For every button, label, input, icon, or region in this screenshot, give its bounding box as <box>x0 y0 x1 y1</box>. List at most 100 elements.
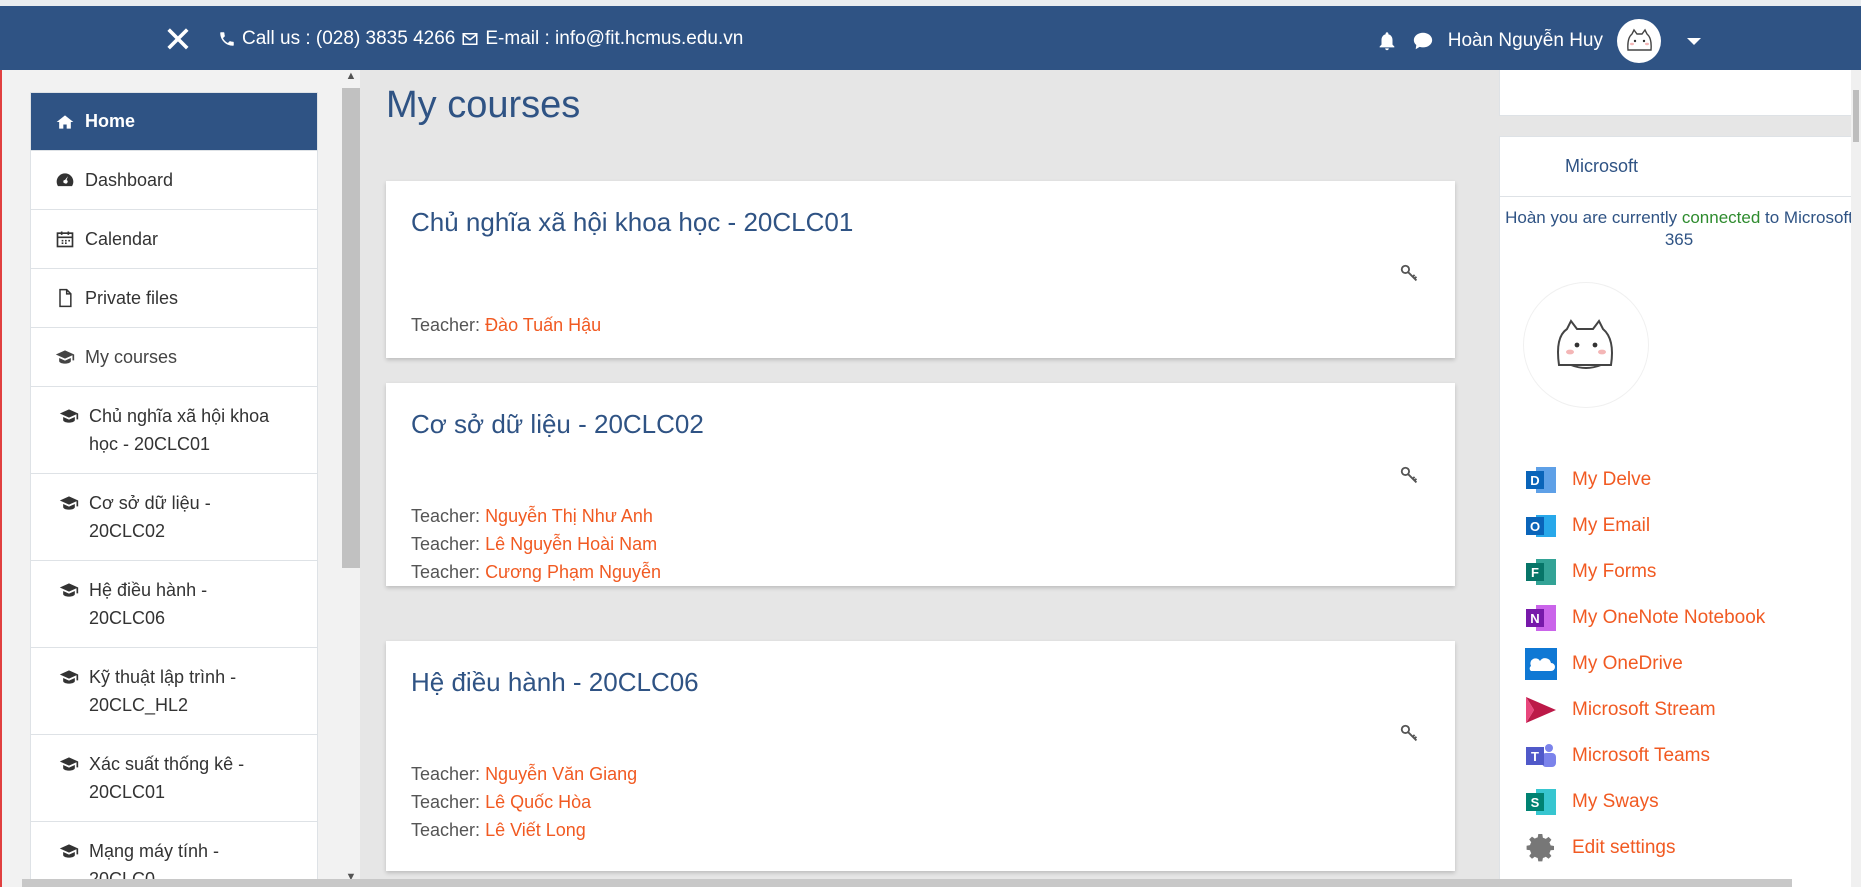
teacher-list: Teacher: Nguyễn Thị Như Anh Teacher: Lê … <box>411 502 661 586</box>
nav-item-label: Private files <box>85 287 179 308</box>
contact-email: E-mail : info@fit.hcmus.edu.vn <box>485 28 744 49</box>
key-icon <box>1400 724 1418 742</box>
envelope-icon <box>462 33 478 45</box>
drawer-scrollbar[interactable]: ▲ ▼ <box>342 70 360 887</box>
teacher-link[interactable]: Lê Quốc Hòa <box>485 792 591 812</box>
course-line-1: Hệ điều hành - <box>89 580 208 600</box>
ms-link-label[interactable]: Edit settings <box>1572 837 1676 859</box>
scroll-up-icon[interactable]: ▲ <box>342 70 360 86</box>
teacher-label: Teacher: <box>411 506 481 526</box>
ms-link-label[interactable]: My Email <box>1572 515 1650 537</box>
ms-link-label[interactable]: My OneDrive <box>1572 653 1683 675</box>
teacher-link[interactable]: Đào Tuấn Hậu <box>485 315 601 335</box>
teacher-link[interactable]: Lê Viết Long <box>485 820 586 840</box>
phone-icon <box>220 32 234 46</box>
teacher-label: Teacher: <box>411 315 481 335</box>
ms-link-onenote[interactable]: N My OneNote Notebook <box>1524 595 1765 641</box>
course-card[interactable]: Hệ điều hành - 20CLC06 Teacher: Nguyễn V… <box>386 641 1455 871</box>
svg-text:D: D <box>1530 473 1539 488</box>
svg-text:S: S <box>1531 795 1540 810</box>
drawer-scroll-thumb[interactable] <box>342 88 360 568</box>
graduation-cap-icon <box>59 583 79 597</box>
nav-item-my-courses[interactable]: My courses <box>31 328 317 387</box>
nav-item-course-xstk[interactable]: Xác suất thống kê - 20CLC01 <box>31 735 317 822</box>
ms-link-teams[interactable]: T Microsoft Teams <box>1524 733 1765 779</box>
teacher-link[interactable]: Nguyễn Thị Như Anh <box>485 506 653 526</box>
sway-icon: S <box>1526 789 1556 815</box>
chevron-down-icon[interactable] <box>1687 37 1701 45</box>
course-line-1: Chủ nghĩa xã hội khoa <box>89 406 270 426</box>
svg-text:O: O <box>1530 519 1540 534</box>
course-line-1: Cơ sở dữ liệu - <box>89 493 211 513</box>
nav-item-calendar[interactable]: Calendar <box>31 210 317 269</box>
ms-link-label[interactable]: My OneNote Notebook <box>1572 607 1765 629</box>
microsoft-links: D My Delve O My Email F My Forms N My On… <box>1524 457 1765 871</box>
ms-link-label[interactable]: My Forms <box>1572 561 1656 583</box>
user-name[interactable]: Hoàn Nguyễn Huy <box>1448 30 1603 52</box>
status-prefix: Hoàn you are currently <box>1505 208 1682 227</box>
graduation-cap-icon <box>59 496 79 510</box>
teacher-label: Teacher: <box>411 820 481 840</box>
forms-icon: F <box>1526 559 1556 585</box>
bell-icon[interactable] <box>1376 30 1398 52</box>
nav-item-course-hdh[interactable]: Hệ điều hành - 20CLC06 <box>31 561 317 648</box>
ms-link-edit-settings[interactable]: Edit settings <box>1524 825 1765 871</box>
course-line-2: 20CLC01 <box>89 782 166 802</box>
graduation-cap-icon <box>59 757 79 771</box>
ms-link-label[interactable]: Microsoft Teams <box>1572 745 1710 767</box>
teacher-label: Teacher: <box>411 562 481 582</box>
course-title[interactable]: Hệ điều hành - 20CLC06 <box>411 667 699 698</box>
ms-link-delve[interactable]: D My Delve <box>1524 457 1765 503</box>
course-title[interactable]: Chủ nghĩa xã hội khoa học - 20CLC01 <box>411 207 853 238</box>
nav-item-home[interactable]: Home <box>31 93 317 151</box>
close-drawer-icon[interactable]: ✕ <box>158 22 198 62</box>
nav-item-label: Calendar <box>85 228 159 249</box>
cat-avatar-icon <box>1557 319 1613 369</box>
page-vertical-scrollbar[interactable] <box>1851 70 1861 887</box>
page-scroll-thumb[interactable] <box>1853 90 1859 142</box>
nav-item-course-mmt[interactable]: Mạng máy tính -20CLC0 <box>31 822 317 887</box>
ms-link-label[interactable]: My Sways <box>1572 791 1659 813</box>
course-title[interactable]: Cơ sở dữ liệu - 20CLC02 <box>411 409 704 440</box>
course-line-2: 20CLC06 <box>89 608 166 628</box>
course-line-2: học - 20CLC01 <box>89 434 211 454</box>
ms-link-forms[interactable]: F My Forms <box>1524 549 1765 595</box>
gear-icon <box>1526 834 1554 862</box>
ms-link-label[interactable]: Microsoft Stream <box>1572 699 1716 721</box>
onenote-icon: N <box>1526 605 1556 631</box>
svg-text:T: T <box>1531 749 1539 764</box>
teacher-list: Teacher: Nguyễn Văn Giang Teacher: Lê Qu… <box>411 760 637 844</box>
avatar[interactable] <box>1617 19 1661 63</box>
course-card[interactable]: Chủ nghĩa xã hội khoa học - 20CLC01 Teac… <box>386 181 1455 358</box>
nav-item-course-ktlt[interactable]: Kỹ thuật lập trình - 20CLC_HL2 <box>31 648 317 735</box>
ms-link-email[interactable]: O My Email <box>1524 503 1765 549</box>
ms-link-onedrive[interactable]: My OneDrive <box>1524 641 1765 687</box>
teacher-link[interactable]: Nguyễn Văn Giang <box>485 764 637 784</box>
ms-link-stream[interactable]: Microsoft Stream <box>1524 687 1765 733</box>
microsoft-block: Microsoft Hoàn you are currently connect… <box>1499 136 1857 887</box>
nav-item-private-files[interactable]: Private files <box>31 269 317 328</box>
teacher-link[interactable]: Cương Phạm Nguyễn <box>485 562 661 582</box>
main-region: My courses Chủ nghĩa xã hội khoa học - 2… <box>360 70 1476 887</box>
course-line-1: Kỹ thuật lập trình - <box>89 667 237 687</box>
page-title: My courses <box>386 84 581 126</box>
delve-icon: D <box>1526 467 1556 493</box>
ms-link-label[interactable]: My Delve <box>1572 469 1651 491</box>
page-horizontal-scrollbar[interactable] <box>22 879 1792 887</box>
course-card[interactable]: Cơ sở dữ liệu - 20CLC02 Teacher: Nguyễn … <box>386 383 1455 586</box>
stream-icon <box>1526 697 1556 723</box>
nav-item-course-csdl[interactable]: Cơ sở dữ liệu - 20CLC02 <box>31 474 317 561</box>
nav-item-dashboard[interactable]: Dashboard <box>31 151 317 210</box>
course-line-1: Xác suất thống kê - <box>89 754 245 774</box>
top-navbar: ✕ Call us : (028) 3835 4266 E-mail : inf… <box>0 0 1861 70</box>
teacher-link[interactable]: Lê Nguyễn Hoài Nam <box>485 534 657 554</box>
ms-link-sway[interactable]: S My Sways <box>1524 779 1765 825</box>
connection-status: Hoàn you are currently connected to Micr… <box>1500 207 1858 251</box>
nav-item-label: Home <box>85 111 136 131</box>
microsoft-avatar <box>1524 283 1648 407</box>
nav-item-course-cnxh[interactable]: Chủ nghĩa xã hội khoa học - 20CLC01 <box>31 387 317 474</box>
nav-item-label: My courses <box>85 346 178 367</box>
chat-icon[interactable] <box>1412 30 1434 52</box>
nav-menu: Home Dashboard Calendar Private files My… <box>30 92 318 887</box>
user-menu-area: Hoàn Nguyễn Huy <box>1376 18 1701 64</box>
